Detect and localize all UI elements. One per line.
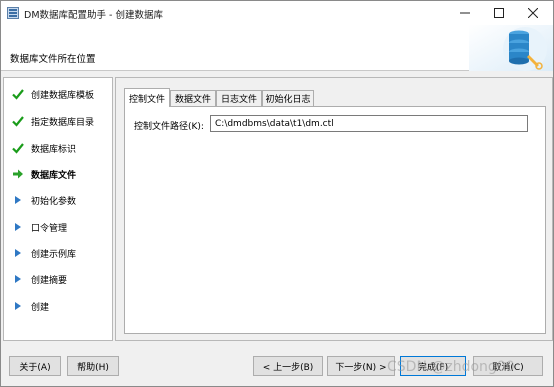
maximize-button[interactable]	[484, 1, 514, 25]
nav-step-label: 创建示例库	[31, 250, 77, 260]
nav-step-label: 数据库文件	[31, 171, 77, 181]
minimize-icon	[460, 12, 470, 14]
step-description: 数据库文件所在位置	[10, 54, 96, 65]
nav-step-create: 创建	[4, 296, 112, 316]
triangle-right-icon	[12, 273, 24, 285]
nav-step-directory: 指定数据库目录	[4, 111, 112, 131]
cancel-button[interactable]: 取消(C)	[473, 356, 543, 376]
maximize-icon	[494, 8, 504, 18]
next-button[interactable]: 下一步(N) >	[327, 356, 395, 376]
check-icon	[12, 115, 24, 127]
nav-step-label: 创建摘要	[31, 276, 68, 286]
minimize-button[interactable]	[450, 1, 480, 25]
close-button[interactable]	[518, 1, 548, 25]
nav-step-sample-db: 创建示例库	[4, 243, 112, 263]
nav-step-label: 口令管理	[31, 224, 68, 234]
wizard-header: 数据库文件所在位置	[1, 25, 553, 71]
close-icon	[528, 8, 538, 18]
nav-step-password: 口令管理	[4, 217, 112, 237]
about-button[interactable]: 关于(A)	[9, 356, 61, 376]
nav-step-label: 创建数据库模板	[31, 91, 95, 101]
tab-init-log[interactable]: 初始化日志	[262, 90, 314, 106]
nav-step-template: 创建数据库模板	[4, 84, 112, 104]
nav-step-label: 创建	[31, 303, 50, 313]
main-panel: 控制文件 数据文件 日志文件 初始化日志 控制文件路径(K):	[115, 77, 553, 341]
tab-control-file[interactable]: 控制文件	[124, 88, 170, 107]
nav-step-label: 初始化参数	[31, 197, 77, 207]
nav-step-label: 指定数据库目录	[31, 118, 95, 128]
window-title: DM数据库配置助手 - 创建数据库	[24, 10, 163, 21]
check-icon	[12, 88, 24, 100]
wizard-steps-nav: 创建数据库模板 指定数据库目录 数据库标识 数据库文件 初始化参数 口令管理 创…	[3, 77, 113, 341]
triangle-right-icon	[12, 247, 24, 259]
nav-step-summary: 创建摘要	[4, 269, 112, 289]
triangle-right-icon	[12, 300, 24, 312]
nav-step-identity: 数据库标识	[4, 138, 112, 158]
tab-data-file[interactable]: 数据文件	[170, 90, 216, 106]
prev-button[interactable]: < 上一步(B)	[253, 356, 323, 376]
nav-step-label: 数据库标识	[31, 145, 77, 155]
control-file-path-label: 控制文件路径(K):	[134, 122, 204, 132]
dialog-window: DM数据库配置助手 - 创建数据库 数据库文件所在位置 创建数据库模板 指定数据…	[0, 0, 554, 387]
database-settings-icon	[469, 25, 553, 71]
nav-step-database-files: 数据库文件	[4, 164, 112, 184]
triangle-right-icon	[12, 194, 24, 206]
arrow-right-icon	[12, 168, 24, 180]
app-icon	[7, 7, 19, 19]
nav-step-init-params: 初始化参数	[4, 190, 112, 210]
triangle-right-icon	[12, 221, 24, 233]
tab-log-file[interactable]: 日志文件	[216, 90, 262, 106]
finish-button[interactable]: 完成(F)	[400, 356, 466, 376]
title-bar[interactable]: DM数据库配置助手 - 创建数据库	[1, 1, 553, 25]
help-button[interactable]: 帮助(H)	[67, 356, 119, 376]
check-icon	[12, 142, 24, 154]
control-file-path-input[interactable]	[210, 115, 528, 132]
tab-content-control-file: 控制文件路径(K):	[124, 106, 546, 334]
